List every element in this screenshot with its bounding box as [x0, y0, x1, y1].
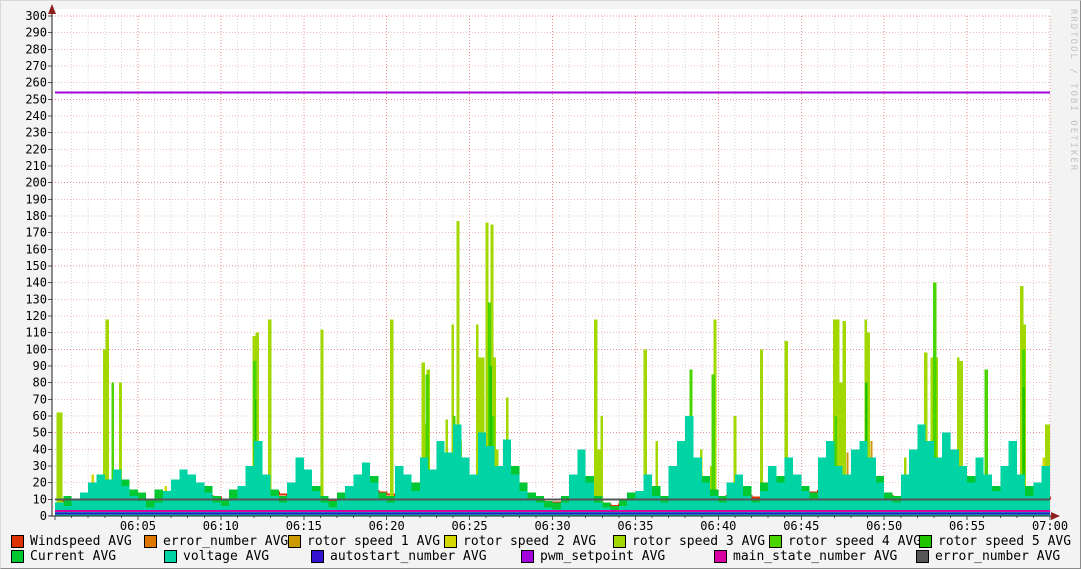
y-axis-label: 240	[25, 109, 47, 123]
y-axis-label: 100	[25, 342, 47, 356]
legend: Windspeed AVG error_number AVG rotor speed…	[1, 532, 1080, 568]
x-axis-label: 06:25	[452, 519, 488, 532]
y-axis-label: 210	[25, 159, 47, 173]
y-axis-label: 140	[25, 276, 47, 290]
legend-item-current-avg: Current AVG	[11, 549, 116, 564]
legend-item-rotor-speed-2-avg: rotor speed 2 AVG	[444, 534, 596, 549]
legend-item-rotor-speed-3-avg: rotor speed 3 AVG	[613, 534, 765, 549]
legend-item-autostart-number-avg: autostart_number AVG	[311, 549, 487, 564]
legend-color-swatch	[714, 550, 727, 563]
legend-item-error-number-avg: error_number AVG	[144, 534, 288, 549]
x-axis-label: 06:20	[369, 519, 405, 532]
legend-item-voltage-avg: voltage AVG	[164, 549, 269, 564]
y-axis-label: 10	[33, 492, 47, 506]
legend-color-swatch	[444, 535, 457, 548]
y-axis-label: 20	[33, 476, 47, 490]
y-axis-label: 0	[40, 509, 47, 523]
y-axis-label: 190	[25, 192, 47, 206]
y-axis-label: 250	[25, 92, 47, 106]
legend-label: autostart_number AVG	[330, 549, 487, 564]
legend-color-swatch	[613, 535, 626, 548]
x-axis-label: 06:35	[617, 519, 653, 532]
legend-color-swatch	[288, 535, 301, 548]
legend-item-error-number-avg: error_number AVG	[916, 549, 1060, 564]
legend-label: rotor speed 5 AVG	[938, 534, 1072, 549]
y-axis-label: 120	[25, 309, 47, 323]
y-axis-label: 50	[33, 426, 47, 440]
rrdtool-graph: 0 10 20 30 40 50 60 70 80 90 100 110 120 130 140 150 160…	[0, 0, 1081, 569]
watermark: RRDTOOL / TOBI OETIKER	[1068, 9, 1078, 173]
time-series-chart: 0 10 20 30 40 50 60 70 80 90 100 110 120 130 140 150 160…	[25, 4, 1068, 532]
legend-label: error_number AVG	[935, 549, 1061, 564]
y-axis-label: 40	[33, 442, 47, 456]
legend-label: main_state_number AVG	[733, 549, 898, 564]
legend-color-swatch	[521, 550, 534, 563]
y-axis-label: 150	[25, 259, 47, 273]
y-axis-label: 80	[33, 376, 47, 390]
legend-color-swatch	[11, 550, 24, 563]
legend-label: rotor speed 4 AVG	[788, 534, 922, 549]
legend-color-swatch	[916, 550, 929, 563]
y-axis-label: 160	[25, 242, 47, 256]
y-axis-label: 230	[25, 126, 47, 140]
y-axis-label: 220	[25, 142, 47, 156]
legend-label: rotor speed 1 AVG	[307, 534, 441, 549]
legend-label: rotor speed 2 AVG	[463, 534, 597, 549]
legend-label: Windspeed AVG	[30, 534, 132, 549]
y-axis-label: 180	[25, 209, 47, 223]
x-axis-label: 06:40	[700, 519, 736, 532]
legend-item-main-state-number-avg: main_state_number AVG	[714, 549, 897, 564]
x-axis-label: 06:10	[203, 519, 239, 532]
y-axis-label: 290	[25, 26, 47, 40]
y-axis-label: 270	[25, 59, 47, 73]
legend-item-rotor-speed-5-avg: rotor speed 5 AVG	[919, 534, 1071, 549]
x-axis-label: 06:45	[783, 519, 819, 532]
y-axis-label: 300	[25, 9, 47, 23]
y-axis-label: 30	[33, 459, 47, 473]
legend-color-swatch	[11, 535, 24, 548]
legend-label: rotor speed 3 AVG	[632, 534, 766, 549]
legend-item-windspeed-avg: Windspeed AVG	[11, 534, 132, 549]
x-axis-label: 06:05	[120, 519, 156, 532]
y-axis-label: 170	[25, 226, 47, 240]
y-axis-label: 110	[25, 326, 47, 340]
legend-color-swatch	[311, 550, 324, 563]
legend-color-swatch	[164, 550, 177, 563]
y-axis-label: 200	[25, 176, 47, 190]
y-axis-label: 90	[33, 359, 47, 373]
legend-label: error_number AVG	[163, 534, 289, 549]
x-axis-label: 06:55	[949, 519, 985, 532]
y-axis-label: 60	[33, 409, 47, 423]
legend-label: pwm_setpoint AVG	[540, 549, 666, 564]
legend-label: Current AVG	[30, 549, 117, 564]
legend-item-rotor-speed-4-avg: rotor speed 4 AVG	[769, 534, 921, 549]
legend-color-swatch	[144, 535, 157, 548]
legend-label: voltage AVG	[183, 549, 270, 564]
y-axis-label: 280	[25, 42, 47, 56]
x-axis-label: 06:15	[286, 519, 322, 532]
y-axis-label: 260	[25, 76, 47, 90]
x-axis-label: 06:30	[534, 519, 570, 532]
legend-item-rotor-speed-1-avg: rotor speed 1 AVG	[288, 534, 440, 549]
x-axis-label: 07:00	[1032, 519, 1068, 532]
legend-item-pwm-setpoint-avg: pwm_setpoint AVG	[521, 549, 665, 564]
legend-color-swatch	[769, 535, 782, 548]
y-axis-label: 70	[33, 392, 47, 406]
y-axis-label: 130	[25, 292, 47, 306]
x-axis-label: 06:50	[866, 519, 902, 532]
legend-color-swatch	[919, 535, 932, 548]
